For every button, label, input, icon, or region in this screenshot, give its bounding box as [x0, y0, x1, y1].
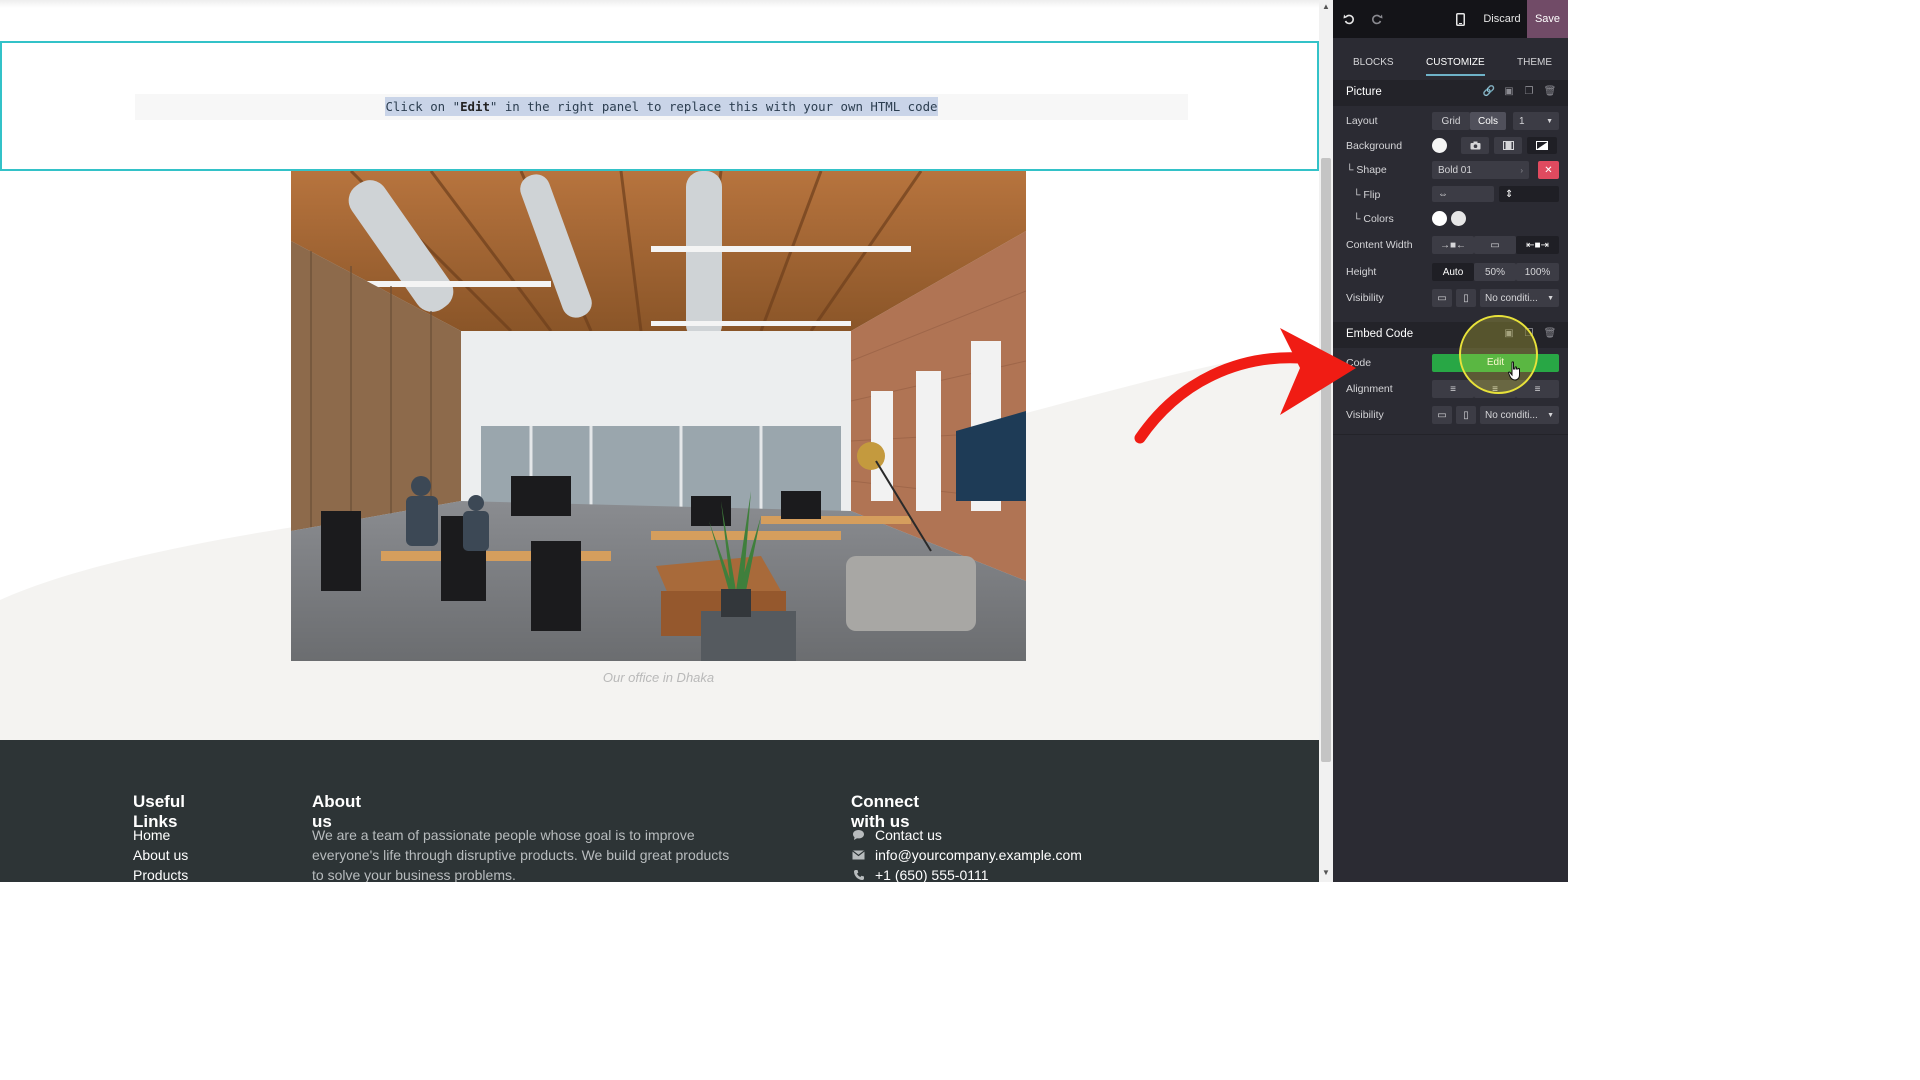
save-button[interactable]: Save [1527, 0, 1568, 38]
desktop-visibility-icon[interactable]: ▭ [1432, 406, 1452, 424]
visibility-condition-select[interactable]: No conditi... ▼ [1480, 289, 1559, 307]
shape-label: └ Shape [1346, 164, 1387, 176]
color-swatch-light[interactable] [1451, 211, 1466, 226]
picture-section-title: Picture [1346, 86, 1382, 98]
trash-icon[interactable]: 🗑 [1543, 85, 1557, 99]
height-label: Height [1346, 266, 1377, 278]
scrollbar-thumb[interactable] [1321, 158, 1331, 762]
tab-customize[interactable]: CUSTOMIZE [1426, 50, 1485, 76]
flip-horizontal-icon[interactable]: ⇔ [1432, 186, 1494, 202]
embed-visibility-condition-select[interactable]: No conditi... ▼ [1480, 406, 1559, 424]
camera-icon[interactable] [1461, 137, 1489, 154]
background-color-swatch[interactable] [1432, 138, 1447, 153]
discard-button[interactable]: Discard [1477, 0, 1527, 38]
red-arrow-icon [1134, 328, 1356, 444]
phone-icon [851, 868, 866, 882]
duplicate-icon[interactable]: ❐ [1522, 85, 1536, 99]
editor-tabs: BLOCKS CUSTOMIZE THEME [1333, 50, 1568, 76]
chevron-down-icon: ▼ [1546, 117, 1553, 125]
photo-caption: Our office in Dhaka [602, 670, 715, 685]
phone-row[interactable]: +1 (650) 555-0111 [851, 865, 1082, 882]
cursor-highlight [1459, 315, 1538, 394]
editor-panel: Discard Save BLOCKS CUSTOMIZE THEME Pict… [1333, 0, 1568, 882]
align-left-icon[interactable]: ≡ [1432, 380, 1474, 398]
embed-code-placeholder: Click on "Edit" in the right panel to re… [135, 94, 1188, 120]
save-snippet-icon[interactable]: ▣ [1502, 85, 1516, 99]
shape-value: Bold 01 [1438, 164, 1472, 176]
trash-icon[interactable]: 🗑 [1543, 327, 1557, 341]
footer-link-products[interactable]: Products [133, 865, 188, 882]
about-text: We are a team of passionate people whose… [312, 827, 730, 882]
cols-count-select[interactable]: 1 ▼ [1513, 112, 1559, 130]
link-icon[interactable]: 🔗 [1482, 85, 1496, 99]
envelope-icon [851, 848, 866, 862]
height-50-option[interactable]: 50% [1474, 263, 1516, 281]
embed-code-block[interactable]: Click on "Edit" in the right panel to re… [0, 41, 1319, 171]
scroll-up-arrow-icon[interactable]: ▲ [1319, 2, 1333, 11]
flip-vertical-icon[interactable]: ⇕ [1499, 186, 1559, 202]
width-small-icon[interactable]: →■← [1432, 236, 1474, 254]
email-row[interactable]: info@yourcompany.example.com [851, 845, 1082, 865]
visibility-label: Visibility [1346, 292, 1384, 304]
width-regular-icon[interactable]: ▭ [1474, 236, 1516, 254]
email-link[interactable]: info@yourcompany.example.com [875, 845, 1082, 865]
content-width-label: Content Width [1346, 239, 1413, 251]
tab-blocks[interactable]: BLOCKS [1353, 50, 1394, 76]
video-icon[interactable] [1494, 137, 1522, 154]
chevron-down-icon: ▼ [1547, 411, 1554, 419]
cols-count-value: 1 [1519, 115, 1525, 127]
panel-divider [1333, 434, 1568, 435]
site-footer: Useful Links Home About us Products Abou… [0, 740, 1319, 882]
layout-grid-option[interactable]: Grid [1432, 112, 1470, 130]
tab-theme[interactable]: THEME [1517, 50, 1552, 76]
color-swatch-white[interactable] [1432, 211, 1447, 226]
width-full-icon[interactable]: ⇤■⇥ [1516, 236, 1559, 254]
mobile-visibility-icon[interactable]: ▯ [1456, 289, 1476, 307]
height-100-option[interactable]: 100% [1516, 263, 1559, 281]
phone-link[interactable]: +1 (650) 555-0111 [875, 865, 989, 882]
layout-label: Layout [1346, 115, 1378, 127]
colors-label: └ Colors [1353, 213, 1394, 225]
height-auto-option[interactable]: Auto [1432, 263, 1474, 281]
layout-cols-option[interactable]: Cols [1470, 112, 1506, 130]
edit-keyword: Edit [460, 99, 490, 114]
scroll-down-arrow-icon[interactable]: ▼ [1319, 868, 1333, 877]
mobile-preview-icon[interactable] [1450, 0, 1470, 38]
contact-us-row[interactable]: Contact us [851, 825, 1082, 845]
embed-code-text: Click on "Edit" in the right panel to re… [385, 97, 938, 116]
footer-link-about[interactable]: About us [133, 845, 188, 865]
picture-section-header: Picture 🔗 ▣ ❐ 🗑 [1333, 80, 1568, 106]
background-label: Background [1346, 140, 1403, 152]
shape-icon[interactable] [1527, 137, 1557, 154]
hand-cursor-icon [1508, 361, 1520, 381]
comment-icon [851, 828, 866, 842]
contact-us-link[interactable]: Contact us [875, 825, 942, 845]
website-canvas: Click on "Edit" in the right panel to re… [0, 0, 1319, 882]
flip-label: └ Flip [1353, 189, 1381, 201]
shape-select[interactable]: Bold 01 › [1432, 161, 1529, 179]
editor-topbar: Discard Save [1333, 0, 1568, 38]
desktop-visibility-icon[interactable]: ▭ [1432, 289, 1452, 307]
header-shadow [0, 0, 1319, 8]
chevron-right-icon: › [1520, 165, 1523, 175]
office-photo[interactable] [291, 171, 1026, 661]
remove-shape-icon[interactable]: ✕ [1538, 161, 1559, 179]
footer-link-home[interactable]: Home [133, 825, 188, 845]
mobile-visibility-icon[interactable]: ▯ [1456, 406, 1476, 424]
redo-icon[interactable] [1367, 0, 1387, 38]
undo-icon[interactable] [1339, 0, 1359, 38]
chevron-down-icon: ▼ [1547, 294, 1554, 302]
